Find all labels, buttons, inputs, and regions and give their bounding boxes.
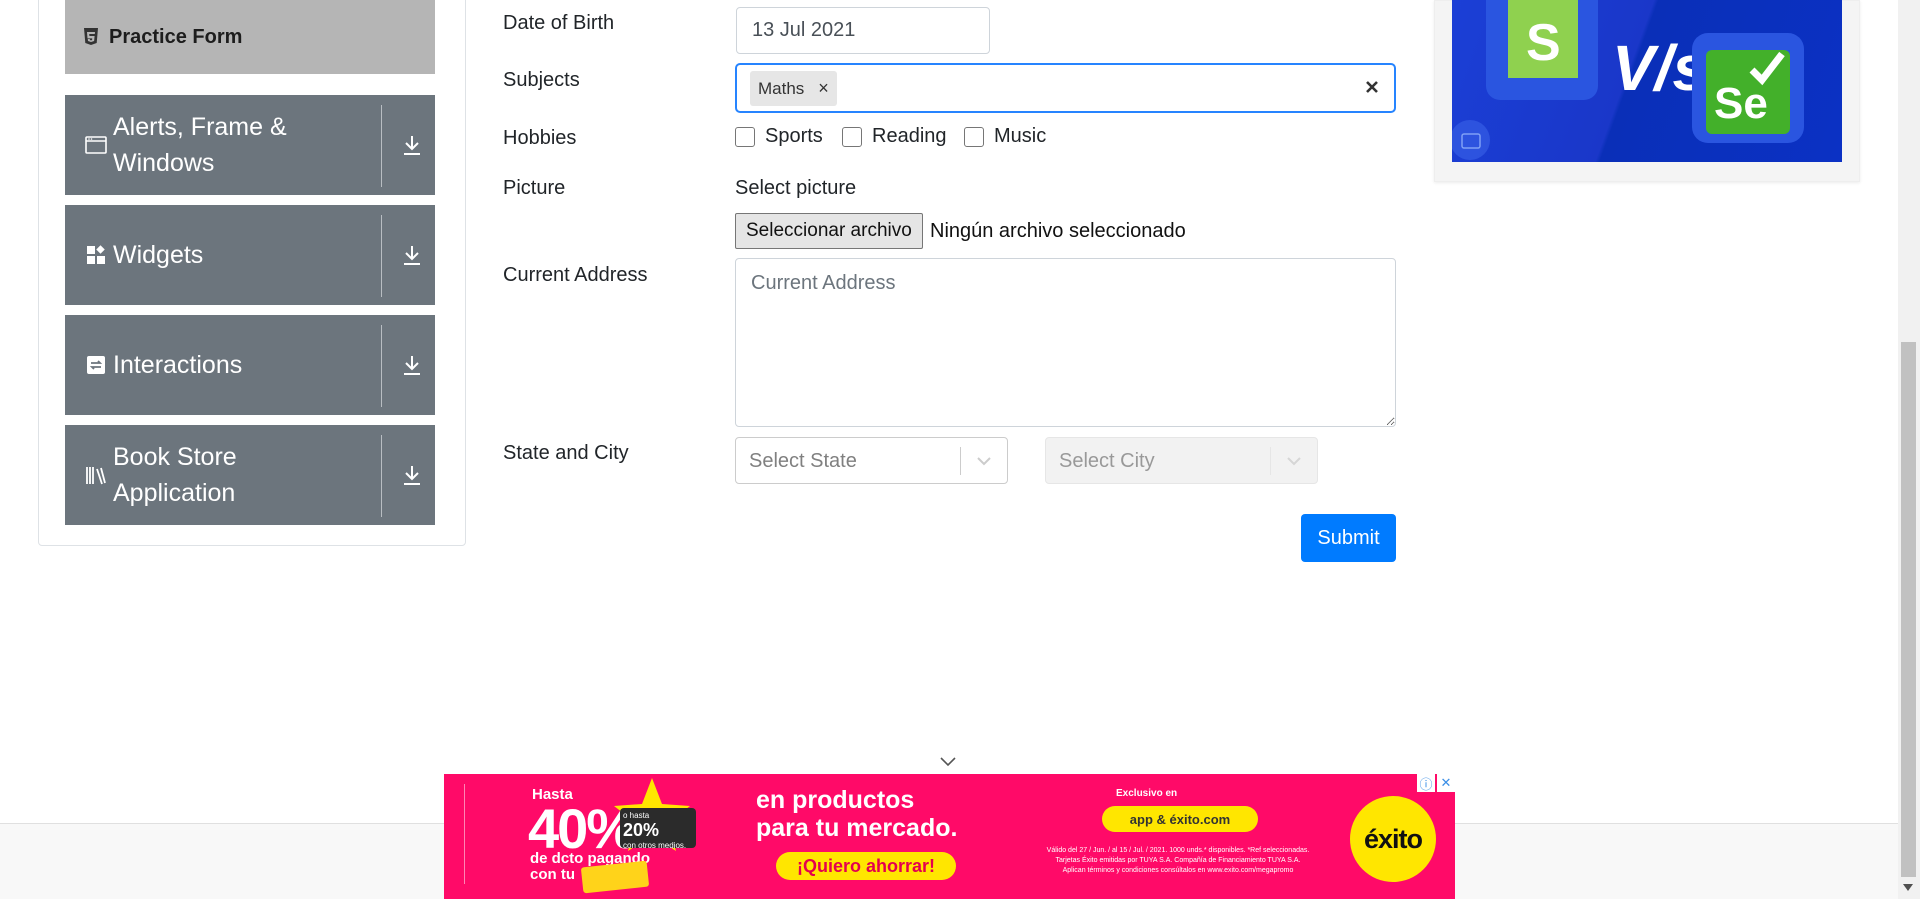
checkbox-label: Sports	[765, 125, 823, 147]
state-placeholder: Select State	[749, 450, 857, 472]
state-city-label: State and City	[503, 442, 629, 464]
legal-line: Tarjetas Éxito emitidas por TUYA S.A. Co…	[1055, 857, 1301, 864]
checkbox-label: Reading	[872, 125, 947, 147]
quiero-ahorrar-button[interactable]: ¡Quiero ahorrar!	[776, 852, 956, 880]
sidebar-item-label: Practice Form	[109, 25, 243, 48]
clear-icon[interactable]	[1360, 75, 1384, 99]
download-icon[interactable]	[399, 462, 425, 488]
banner-vertical-legal	[464, 784, 472, 884]
interactions-icon	[87, 356, 105, 374]
banner-center-line1: en productos	[756, 786, 915, 814]
card-image	[580, 860, 650, 894]
subject-chip: Maths ×	[750, 71, 837, 106]
select-separator	[1270, 447, 1271, 475]
ad-image[interactable]: S V/s Se	[1452, 0, 1842, 162]
dob-label: Date of Birth	[503, 12, 615, 34]
download-icon[interactable]	[399, 242, 425, 268]
divider	[381, 105, 382, 187]
widgets-icon	[87, 245, 105, 264]
sidebar-group-label: Widgets	[113, 241, 204, 269]
chip-remove-icon[interactable]: ×	[818, 78, 829, 99]
badge: o hasta 20% con otros medios.	[620, 808, 696, 850]
close-icon[interactable]: ✕	[1437, 774, 1455, 792]
current-address-textarea[interactable]	[735, 258, 1396, 427]
submit-button[interactable]: Submit	[1301, 514, 1396, 562]
html5-icon	[84, 28, 98, 45]
legal-line: Válido del 27 / Jun. / al 15 / Jul. / 20…	[1046, 847, 1310, 854]
hobby-music-checkbox[interactable]: Music	[964, 125, 1046, 148]
banner-legal: Válido del 27 / Jun. / al 15 / Jul. / 20…	[1018, 846, 1338, 876]
file-status: Ningún archivo seleccionado	[930, 220, 1186, 242]
badge-pre: o hasta	[623, 811, 650, 820]
hobby-sports-checkbox[interactable]: Sports	[735, 125, 823, 148]
exito-logo: éxito	[1350, 796, 1436, 882]
katalon-vs-selenium-graphic: S V/s Se	[1452, 0, 1804, 160]
scrollbar-thumb[interactable]	[1901, 342, 1916, 877]
divider	[381, 215, 382, 297]
chevron-down-icon[interactable]	[1283, 450, 1305, 472]
city-select[interactable]: Select City	[1045, 437, 1318, 484]
subject-chip-label: Maths	[758, 78, 805, 98]
chevron-down-icon[interactable]	[938, 754, 958, 768]
badge-post: con otros medios.	[623, 841, 687, 850]
select-separator	[960, 447, 961, 475]
checkbox-box[interactable]	[735, 126, 755, 147]
app-badge: app & éxito.com	[1102, 806, 1258, 832]
sidebar-group-interactions[interactable]: Interactions	[65, 315, 435, 415]
svg-text:S: S	[1526, 14, 1561, 72]
sidebar-group-alerts[interactable]: Alerts, Frame & Windows	[65, 95, 435, 195]
download-icon[interactable]	[399, 132, 425, 158]
dob-input[interactable]: 13 Jul 2021	[736, 7, 990, 54]
sidebar-group-widgets[interactable]: Widgets	[65, 205, 435, 305]
state-select[interactable]: Select State	[735, 437, 1008, 484]
sidebar-group-bookstore[interactable]: Book Store Application	[65, 425, 435, 525]
picture-label: Picture	[503, 177, 566, 199]
subjects-label: Subjects	[503, 69, 580, 91]
banner-exclusive: Exclusivo en	[1116, 788, 1178, 799]
sidebar-item-practice-form[interactable]: Practice Form	[65, 0, 435, 74]
banner-line2: con tu	[530, 866, 575, 883]
ad-controls: ⓘ ✕	[1415, 774, 1455, 792]
promo-banner[interactable]: ⓘ ✕ Hasta 40% o hasta 20% con otros medi…	[444, 774, 1455, 899]
subjects-input[interactable]: Maths ×	[735, 63, 1396, 113]
sidebar-group-label: Book Store Application	[113, 443, 237, 507]
address-label: Current Address	[503, 264, 648, 286]
books-icon	[86, 467, 106, 485]
info-icon[interactable]: ⓘ	[1417, 774, 1435, 792]
city-placeholder: Select City	[1059, 450, 1155, 472]
legal-line: Aplican términos y condiciones consúltal…	[1062, 867, 1294, 874]
svg-text:Se: Se	[1714, 79, 1768, 128]
scroll-down-arrow-icon[interactable]	[1903, 884, 1913, 892]
choose-file-button[interactable]: Seleccionar archivo	[735, 213, 923, 249]
divider	[381, 325, 382, 407]
download-icon[interactable]	[399, 352, 425, 378]
checkbox-box[interactable]	[842, 126, 862, 147]
window-icon	[85, 136, 107, 154]
sidebar-group-label: Interactions	[113, 351, 243, 379]
picture-hint: Select picture	[735, 177, 857, 199]
banner-center-line2: para tu mercado.	[756, 814, 958, 842]
badge-pct: 20%	[623, 820, 660, 840]
hobby-reading-checkbox[interactable]: Reading	[842, 125, 947, 148]
sidebar-group-label: Alerts, Frame & Windows	[113, 113, 287, 177]
divider	[381, 435, 382, 517]
chevron-down-icon[interactable]	[973, 450, 995, 472]
checkbox-box[interactable]	[964, 126, 984, 147]
hobbies-label: Hobbies	[503, 127, 577, 149]
checkbox-label: Music	[994, 125, 1047, 147]
